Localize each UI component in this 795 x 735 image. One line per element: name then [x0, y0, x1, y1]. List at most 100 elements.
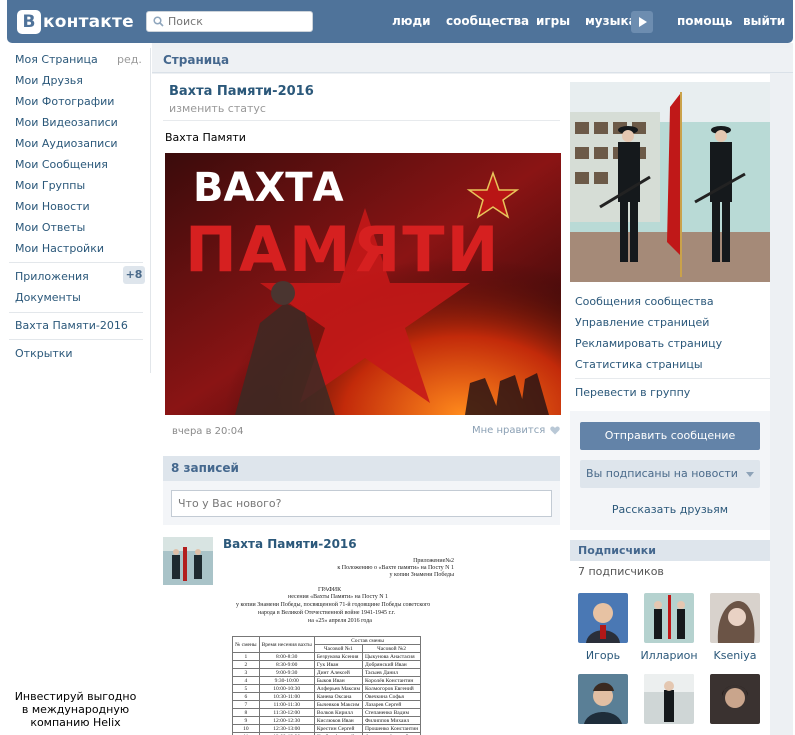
table-cell: Тасыев Данил	[361, 668, 422, 677]
breadcrumb-label: Страница	[163, 53, 230, 67]
subscriber-card[interactable]: Илларион	[638, 593, 700, 662]
wall-post-author[interactable]: Вахта Памяти-2016	[223, 537, 357, 551]
table-cell: Крестин Сергей	[313, 724, 363, 733]
doc-line: Приложение№2	[413, 558, 454, 564]
table-cell: 9	[232, 716, 260, 725]
search-box[interactable]	[146, 11, 313, 32]
table-cell: 11:30-12:00	[258, 708, 315, 717]
menu-postcards[interactable]: Открытки	[15, 347, 73, 360]
nav-people[interactable]: люди	[392, 14, 431, 28]
menu-groups[interactable]: Мои Группы	[15, 179, 85, 192]
community-messages-link[interactable]: Сообщения сообщества	[575, 295, 714, 308]
poster-word-2: ПАМЯТИ	[185, 213, 501, 286]
table-cell: 11:00-11:30	[258, 700, 315, 709]
table-cell: Овечкина Софья	[361, 692, 422, 701]
table-row: 5 10:00-10:30 Алферьев Максим Колмогоров Ев…	[232, 684, 422, 693]
schedule-document-image[interactable]: Приложение№2 к Положению о «Вахте памяти…	[228, 555, 460, 735]
table-row: 2 8:30-9:00 Гук Иван Добрянский Иван	[232, 660, 422, 669]
nav-games[interactable]: игры	[536, 14, 570, 28]
menu-audio[interactable]: Мои Аудиозаписи	[15, 137, 118, 150]
avatar	[644, 593, 694, 643]
table-cell: 8	[232, 708, 260, 717]
table-cell: 10	[232, 724, 260, 733]
table-cell: 9:00-9:30	[258, 668, 315, 677]
ad-line: компанию Helix	[30, 716, 121, 729]
table-cell: Филиппов Михаил	[361, 716, 422, 725]
subscribed-label: Вы подписаны на новости	[586, 467, 738, 480]
like-button[interactable]: Мне нравится	[472, 425, 561, 436]
doc-heading: ГРАФИК	[318, 587, 342, 593]
search-input[interactable]	[168, 15, 308, 28]
ad-line: в международную	[21, 703, 130, 716]
doc-line: несения «Вахты Памяти» на Посту N 1	[288, 594, 389, 600]
convert-to-group-link[interactable]: Перевести в группу	[575, 386, 690, 399]
table-cell: Степаненко Вадим	[361, 708, 422, 717]
table-cell: 12:00-12:30	[258, 716, 315, 725]
sidebar-ad[interactable]: Инвестируй выгодно в международную компа…	[0, 690, 151, 729]
new-post-input[interactable]: Что у Вас нового?	[171, 490, 552, 517]
advertise-page-link[interactable]: Рекламировать страницу	[575, 337, 722, 350]
menu-videos[interactable]: Мои Видеозаписи	[15, 116, 118, 129]
subscriber-card[interactable]: Kseniya	[704, 593, 766, 662]
wall-post-avatar[interactable]	[163, 537, 213, 585]
vk-logo[interactable]: В контакте	[17, 9, 134, 35]
wall-header[interactable]: 8 записей	[163, 456, 560, 481]
subscriber-name: Игорь	[585, 649, 621, 662]
table-header: Время несения вахты	[258, 636, 315, 653]
table-header: Состав смены	[313, 636, 422, 645]
subscribers-header[interactable]: Подписчики	[570, 540, 770, 561]
subscribers-count: 7 подписчиков	[578, 565, 664, 578]
menu-apps[interactable]: Приложения	[15, 270, 89, 283]
menu-messages[interactable]: Мои Сообщения	[15, 158, 108, 171]
menu-divider	[9, 339, 143, 340]
menu-group-link[interactable]: Вахта Памяти-2016	[15, 319, 128, 332]
menu-friends[interactable]: Мои Друзья	[15, 74, 83, 87]
menu-documents[interactable]: Документы	[15, 291, 81, 304]
table-cell: Гук Иван	[313, 660, 363, 669]
play-icon[interactable]	[631, 11, 653, 33]
poster-image[interactable]: ВАХТА ПАМЯТИ	[165, 153, 561, 415]
page-description: Вахта Памяти	[165, 131, 246, 144]
menu-divider	[9, 262, 143, 263]
nav-logout[interactable]: выйти	[743, 14, 785, 28]
send-message-button[interactable]: Отправить сообщение	[580, 422, 760, 450]
avatar	[578, 674, 628, 724]
table-header: № смены	[232, 636, 260, 653]
table-cell: 9:30-10:00	[258, 676, 315, 685]
subscriber-card[interactable]: Игорь	[572, 593, 634, 662]
table-cell: Алферьев Максим	[313, 684, 363, 693]
table-row: 8 11:30-12:00 Волков Кирилл Степаненко Вади…	[232, 708, 422, 717]
subscribers-title: Подписчики	[578, 544, 656, 557]
search-icon	[153, 16, 164, 27]
divider	[163, 120, 560, 121]
menu-edit-link[interactable]: ред.	[117, 53, 142, 66]
tell-friends-link[interactable]: Рассказать друзьям	[580, 503, 760, 516]
post-date[interactable]: вчера в 20:04	[172, 426, 244, 437]
subscribed-dropdown[interactable]: Вы подписаны на новости	[580, 460, 760, 488]
subscriber-card[interactable]	[638, 674, 700, 730]
nav-music[interactable]: музыка	[585, 14, 637, 28]
community-photo[interactable]	[570, 82, 770, 282]
nav-communities[interactable]: сообщества	[446, 14, 529, 28]
table-cell: 4	[232, 676, 260, 685]
avatar	[578, 593, 628, 643]
menu-settings[interactable]: Мои Настройки	[15, 242, 104, 255]
subscriber-card[interactable]	[704, 674, 766, 730]
table-row: 1 8:00-8:30 Безрукова Ксения Цыкунова Анаст…	[232, 652, 422, 661]
divider	[575, 378, 770, 379]
manage-page-link[interactable]: Управление страницей	[575, 316, 709, 329]
menu-photos[interactable]: Мои Фотографии	[15, 95, 114, 108]
apps-count-badge[interactable]: +8	[123, 266, 145, 284]
menu-news[interactable]: Мои Новости	[15, 200, 90, 213]
page-stats-link[interactable]: Статистика страницы	[575, 358, 703, 371]
wall-count: 8 записей	[171, 461, 239, 475]
menu-answers[interactable]: Мои Ответы	[15, 221, 85, 234]
status-edit-link[interactable]: изменить статус	[169, 102, 266, 115]
table-cell: Колмогоров Евгений	[361, 684, 422, 693]
subscriber-name: Kseniya	[713, 649, 757, 662]
menu-my-page[interactable]: Моя Страница	[15, 53, 98, 66]
breadcrumb: Страница	[152, 48, 793, 73]
subscriber-name: Илларион	[640, 649, 698, 662]
subscriber-card[interactable]	[572, 674, 634, 730]
nav-help[interactable]: помощь	[677, 14, 732, 28]
